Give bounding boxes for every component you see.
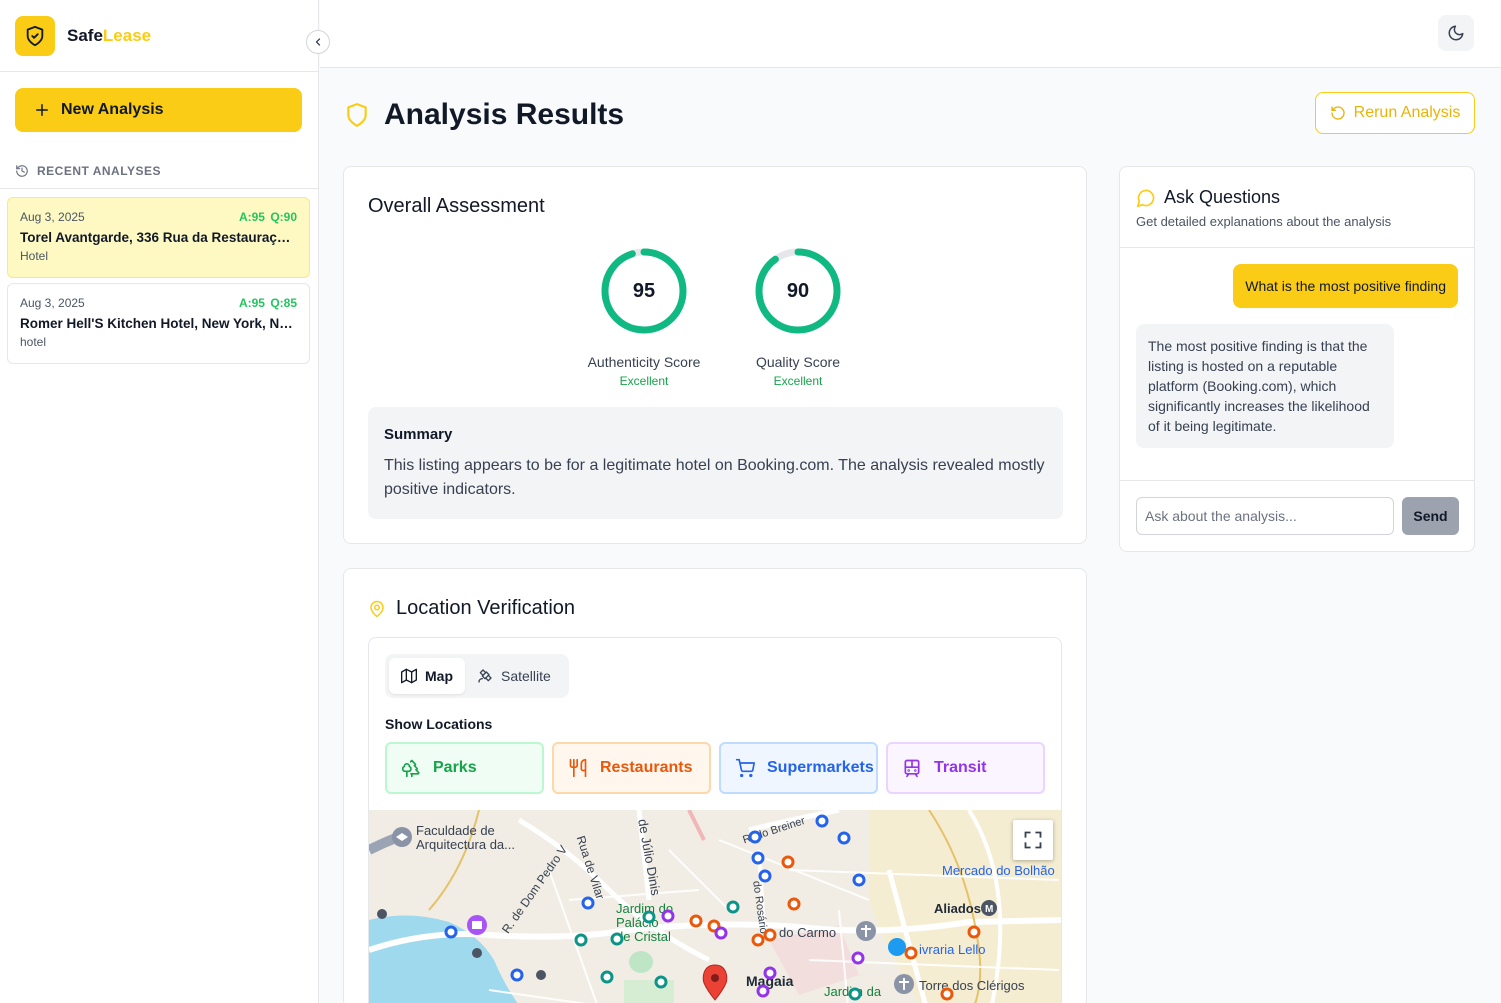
summary-box: Summary This listing appears to be for a… [368,407,1063,519]
tab-map[interactable]: Map [389,658,465,694]
map-panel: Map Satellite Show Locations Parks Resta… [368,637,1062,1003]
score-rating: Excellent [619,374,669,388]
score-ring: 90 [754,247,842,335]
shield-icon [15,15,55,56]
analysis-title: Romer Hell'S Kitchen Hotel, New York, Ne… [20,316,297,331]
collapse-sidebar-button[interactable] [306,30,330,54]
train-icon [904,759,920,778]
summary-title: Summary [384,426,453,443]
analysis-scores: A:95 Q:90 [238,210,297,224]
card-title: Location Verification [396,597,576,619]
quality-score: 90 Quality Score Excellent [728,247,868,388]
chat-title: Ask Questions [1164,187,1281,207]
new-analysis-button[interactable]: New Analysis [15,88,302,132]
cart-icon [735,758,755,778]
page-title: Analysis Results [384,98,625,131]
supermarkets-filter-button[interactable]: Supermarkets [719,742,878,794]
new-analysis-label: New Analysis [61,101,164,118]
analysis-date: Aug 3, 2025 [20,210,85,224]
parks-filter-button[interactable]: Parks [385,742,544,794]
map-markers: M [377,814,997,1001]
sidebar: SafeLease New Analysis RECENT ANALYSES A… [0,0,319,1003]
location-header: Location Verification [368,597,575,620]
assistant-message: The most positive finding is that the li… [1136,324,1394,448]
map-canvas[interactable]: Faculdade de Arquitectura da... de Júlio… [369,810,1061,1003]
history-icon [16,165,28,177]
overall-assessment-card: Overall Assessment 95 Authenticity Score… [343,166,1087,544]
score-label: Quality Score [755,354,841,370]
divider [1120,247,1474,248]
recent-analysis-item[interactable]: Aug 3, 2025 A:95 Q:90 Torel Avantgarde, 3… [7,197,310,278]
analysis-type: hotel [20,335,47,349]
analysis-scores: A:95 Q:85 [238,296,297,310]
svg-text:M: M [985,904,993,915]
score-value: 95 [632,279,656,302]
divider [1120,480,1474,481]
chat-header: Ask Questions [1136,187,1280,208]
rotate-ccw-icon [1330,106,1345,120]
send-button[interactable]: Send [1402,497,1459,535]
user-message: What is the most positive finding [1233,264,1458,308]
score-value: 90 [786,279,810,302]
divider [0,188,318,189]
map-pin-icon [370,600,384,617]
utensils-icon [569,758,587,778]
fullscreen-button[interactable] [1013,820,1053,860]
brand-name: SafeLease [67,25,152,45]
transit-filter-button[interactable]: Transit [886,742,1045,794]
moon-icon [1448,25,1464,41]
page-header: Analysis Results [344,98,624,132]
rerun-analysis-button[interactable]: Rerun Analysis [1315,92,1475,134]
ask-questions-card: Ask Questions Get detailed explanations … [1119,166,1475,552]
brand[interactable]: SafeLease [0,0,318,72]
chat-input[interactable] [1136,497,1394,535]
score-rating: Excellent [773,374,823,388]
map-view-toggle: Map Satellite [385,654,569,698]
show-locations-label: Show Locations [385,716,493,732]
restaurants-filter-button[interactable]: Restaurants [552,742,711,794]
analysis-date: Aug 3, 2025 [20,296,85,310]
summary-text: This listing appears to be for a legitim… [384,457,1045,498]
satellite-icon [478,669,492,683]
chevron-left-icon [315,38,321,46]
plus-icon [36,104,48,116]
score-label: Authenticity Score [587,354,701,370]
card-title: Overall Assessment [368,195,545,217]
map-icon [401,668,417,684]
top-bar [320,0,1501,68]
shield-icon [347,103,367,127]
analysis-title: Torel Avantgarde, 336 Rua da Restauração… [20,230,297,245]
fullscreen-icon [1024,831,1042,849]
recent-analysis-item[interactable]: Aug 3, 2025 A:95 Q:85 Romer Hell'S Kitche… [7,283,310,364]
score-ring: 95 [600,247,688,335]
authenticity-score: 95 Authenticity Score Excellent [574,247,714,388]
recent-analyses-heading: RECENT ANALYSES [15,164,161,178]
message-circle-icon [1136,189,1155,207]
tab-satellite[interactable]: Satellite [465,658,563,694]
trees-icon [401,759,420,778]
location-verification-card: Location Verification Map Satellite Show… [343,568,1087,1003]
chat-subtitle: Get detailed explanations about the anal… [1136,214,1392,229]
analysis-type: Hotel [20,249,49,263]
theme-toggle-button[interactable] [1438,15,1474,51]
